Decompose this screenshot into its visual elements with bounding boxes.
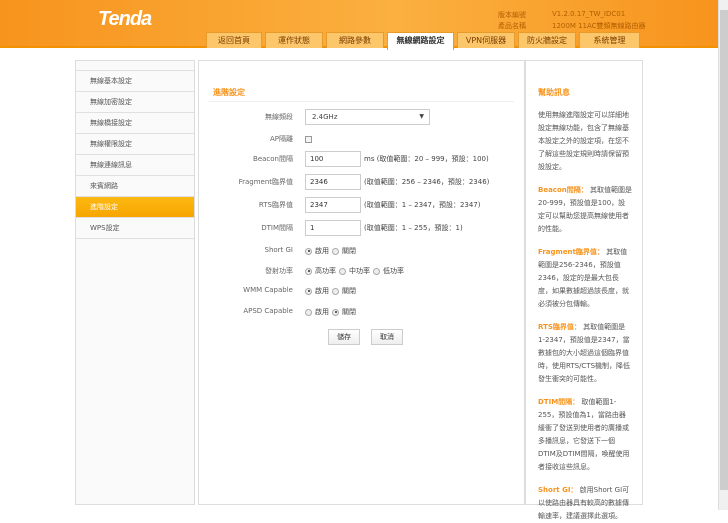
rts-input[interactable]: 2347 xyxy=(305,197,361,213)
power-row: 發射功率 高功率 中功率 低功率 xyxy=(199,263,526,279)
dropdown-arrow-icon: ▼ xyxy=(419,113,424,120)
tab-home[interactable]: 返回首頁 xyxy=(206,32,262,48)
shortgi-row: Short GI 啟用 關閉 xyxy=(199,243,526,259)
help-intro: 使用無線進階設定可以詳細地設定無線功能，包含了無線基本設定之外的設定項，在您不了… xyxy=(538,111,629,171)
product-label: 產品名稱 xyxy=(498,22,526,30)
beacon-hint: ms (取值範圍：20 – 999，預設：100) xyxy=(364,155,489,163)
beacon-input[interactable]: 100 xyxy=(305,151,361,167)
enable-label: 啟用 xyxy=(315,247,329,255)
fragment-row: Fragment臨界值 2346 (取值範圍：256 – 2346，預設：2346… xyxy=(199,174,526,190)
power-mid-radio[interactable] xyxy=(339,267,346,275)
help-rts: RTS臨界值： 其取值範圍是1-2347，預設值是2347，當數據包的大小超過這… xyxy=(538,323,631,383)
disable-label: 關閉 xyxy=(342,247,356,255)
power-low-label: 低功率 xyxy=(383,267,404,275)
tab-wireless[interactable]: 無線網路設定 xyxy=(387,32,454,50)
sidebar-item-bridge[interactable]: 無線橋接設定 xyxy=(76,113,194,134)
version-label: 版本編號 xyxy=(498,11,526,19)
cancel-button[interactable]: 取消 xyxy=(371,329,403,345)
tab-firewall[interactable]: 防火牆設定 xyxy=(518,32,576,48)
tenda-logo: Tenda xyxy=(98,8,152,30)
help-shortgi: Short GI： 啟用Short GI可以使路由器具有較高的數據傳輸速率，建議… xyxy=(538,486,630,520)
scrollbar-thumb[interactable] xyxy=(720,10,728,490)
sidebar-item-access[interactable]: 無線權限設定 xyxy=(76,134,194,155)
wmm-row: WMM Capable 啟用 關閉 xyxy=(199,283,526,299)
power-high-label: 高功率 xyxy=(315,267,336,275)
wmm-label: WMM Capable xyxy=(243,286,293,294)
band-select[interactable]: 2.4GHz ▼ xyxy=(305,109,430,125)
advanced-settings-form: 進階設定 無線頻段 2.4GHz ▼ AP隔離 Beacon間隔 100 ms (取… xyxy=(198,60,525,505)
rts-row: RTS臨界值 2347 (取值範圍：1 – 2347，預設：2347) xyxy=(199,197,526,213)
sidebar-item-advanced[interactable]: 進階設定 xyxy=(76,197,194,218)
rts-label: RTS臨界值 xyxy=(258,201,293,209)
divider xyxy=(209,101,514,102)
apsd-row: APSD Capable 啟用 關閉 xyxy=(199,304,526,320)
wmm-enable-radio[interactable] xyxy=(305,287,312,295)
power-label: 發射功率 xyxy=(265,267,293,275)
dtim-row: DTIM間隔 1 (取值範圍：1 – 255，預設：1) xyxy=(199,220,526,236)
enable-label: 啟用 xyxy=(315,308,329,316)
sidebar-item-wps[interactable]: WPS設定 xyxy=(76,218,194,239)
apsd-label: APSD Capable xyxy=(243,307,293,315)
shortgi-enable-radio[interactable] xyxy=(305,247,312,255)
fragment-hint: (取值範圍：256 – 2346，預設：2346) xyxy=(364,178,490,186)
help-dtim: DTIM間隔： 取值範圍1-255，預設值為1，當路由器緩衝了發送到使用者的廣播… xyxy=(538,398,630,471)
help-panel: 幫助訊息 使用無線進階設定可以詳細地設定無線功能，包含了無線基本設定之外的設定項… xyxy=(525,60,643,520)
beacon-label: Beacon間隔 xyxy=(253,155,293,163)
power-mid-label: 中功率 xyxy=(349,267,370,275)
band-label: 無線頻段 xyxy=(265,113,293,121)
disable-label: 關閉 xyxy=(342,308,356,316)
scrollbar[interactable] xyxy=(718,0,728,510)
page-title: 進階設定 xyxy=(213,88,245,97)
shortgi-label: Short GI xyxy=(264,246,294,254)
sidebar-item-basic[interactable]: 無線基本設定 xyxy=(76,71,194,92)
header: Tenda 版本編號 V1.2.0.17_TW_IDC01 產品名稱 1200M… xyxy=(0,0,718,50)
wmm-disable-radio[interactable] xyxy=(332,287,339,295)
help-beacon: Beacon間隔： 其取值範圍是20-999，預設值是100，設定可以幫助您提高… xyxy=(538,186,632,233)
power-low-radio[interactable] xyxy=(373,267,380,275)
dtim-hint: (取值範圍：1 – 255，預設：1) xyxy=(364,224,463,232)
tab-status[interactable]: 運作狀態 xyxy=(265,32,323,48)
dtim-label: DTIM間隔 xyxy=(261,224,293,232)
ap-isolation-row: AP隔離 xyxy=(199,131,526,147)
product-value: 1200M 11AC雙頻無線路由器 xyxy=(552,22,646,30)
sidebar-item-clients[interactable]: 無線連線訊息 xyxy=(76,155,194,176)
tab-vpn[interactable]: VPN伺服器 xyxy=(457,32,515,48)
fragment-input[interactable]: 2346 xyxy=(305,174,361,190)
sidebar-item-security[interactable]: 無線加密設定 xyxy=(76,92,194,113)
band-row: 無線頻段 2.4GHz ▼ xyxy=(199,109,526,125)
version-value: V1.2.0.17_TW_IDC01 xyxy=(552,10,626,18)
rts-hint: (取值範圍：1 – 2347，預設：2347) xyxy=(364,201,481,209)
tab-system[interactable]: 系統管理 xyxy=(579,32,640,48)
tab-network[interactable]: 網路參數 xyxy=(326,32,384,48)
dtim-input[interactable]: 1 xyxy=(305,220,361,236)
apsd-disable-radio[interactable] xyxy=(332,308,339,316)
save-button[interactable]: 儲存 xyxy=(328,329,360,345)
fragment-label: Fragment臨界值 xyxy=(238,178,293,186)
help-title: 幫助訊息 xyxy=(538,88,570,97)
sidebar: 無線基本設定 無線加密設定 無線橋接設定 無線權限設定 無線連線訊息 來賓網路 … xyxy=(75,60,195,505)
disable-label: 關閉 xyxy=(342,287,356,295)
enable-label: 啟用 xyxy=(315,287,329,295)
beacon-row: Beacon間隔 100 ms (取值範圍：20 – 999，預設：100) xyxy=(199,151,526,167)
shortgi-disable-radio[interactable] xyxy=(332,247,339,255)
power-high-radio[interactable] xyxy=(305,267,312,275)
help-fragment: Fragment臨界值： 其取值範圍是256-2346，預設值2346，設定的是… xyxy=(538,248,629,308)
ap-isolation-label: AP隔離 xyxy=(269,135,293,143)
band-value: 2.4GHz xyxy=(312,113,338,121)
apsd-enable-radio[interactable] xyxy=(305,308,312,316)
ap-isolation-checkbox[interactable] xyxy=(305,135,312,143)
sidebar-item-guest[interactable]: 來賓網路 xyxy=(76,176,194,197)
